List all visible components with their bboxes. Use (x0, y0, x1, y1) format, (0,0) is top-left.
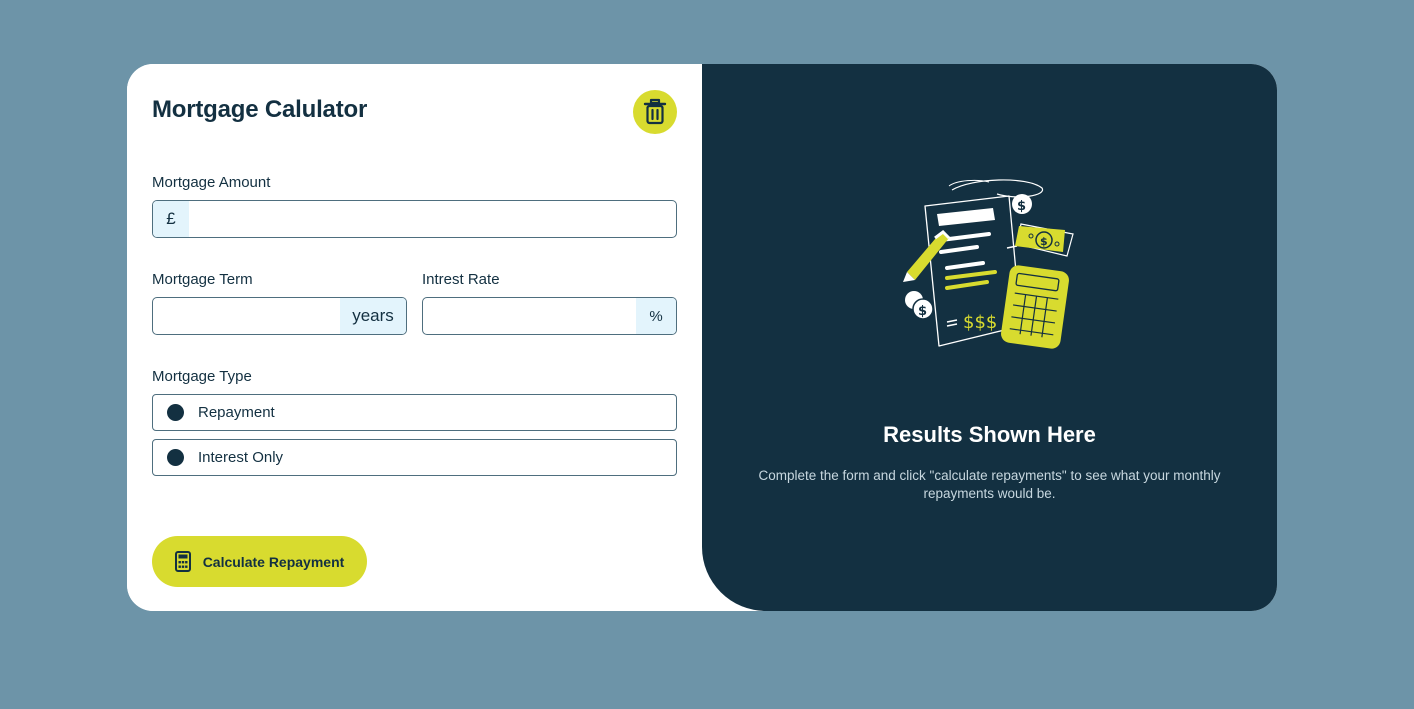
results-description: Complete the form and click "calculate r… (758, 468, 1221, 501)
empty-results-illustration: $$$ $ $ $ (903, 179, 1074, 349)
currency-prefix: £ (153, 201, 189, 237)
trash-icon (643, 98, 667, 125)
page-title: Mortgage Calulator (152, 96, 368, 123)
svg-text:$: $ (1017, 199, 1026, 214)
mortgage-term-field: years (152, 297, 407, 335)
mortgage-term-input[interactable] (153, 298, 340, 334)
mortgage-calculator-card: Mortgage Calulator Mortgage Amount £ Mor… (127, 64, 1277, 611)
results-title: Results Shown Here (883, 422, 1096, 447)
interest-rate-label: Intrest Rate (422, 271, 500, 288)
calculator-form: Mortgage Calulator Mortgage Amount £ Mor… (127, 64, 702, 611)
calculator-icon (174, 551, 191, 572)
svg-text:$: $ (1040, 235, 1048, 248)
interest-rate-input[interactable] (423, 298, 636, 334)
results-panel: $$$ $ $ $ Results Shown Here Complete th… (702, 64, 1277, 611)
radio-indicator[interactable] (167, 404, 184, 421)
years-suffix: years (340, 298, 406, 334)
clear-all-button[interactable] (633, 90, 677, 134)
mortgage-amount-label: Mortgage Amount (152, 174, 271, 191)
svg-text:$$$: $$$ (963, 312, 997, 333)
interest-rate-field: % (422, 297, 677, 335)
calculate-repayment-button[interactable]: Calculate Repayment (152, 536, 367, 587)
mortgage-amount-field: £ (152, 200, 677, 238)
svg-text:$: $ (918, 304, 927, 319)
radio-option-repayment[interactable]: Repayment (152, 394, 677, 431)
mortgage-term-label: Mortgage Term (152, 271, 253, 288)
mortgage-type-label: Mortgage Type (152, 368, 252, 385)
calculate-button-label: Calculate Repayment (202, 553, 345, 570)
radio-option-label: Interest Only (198, 449, 284, 466)
mortgage-amount-input[interactable] (189, 201, 676, 237)
radio-option-interest-only[interactable]: Interest Only (152, 439, 677, 476)
radio-indicator[interactable] (167, 449, 184, 466)
percent-suffix: % (636, 298, 676, 334)
radio-option-label: Repayment (198, 404, 275, 421)
